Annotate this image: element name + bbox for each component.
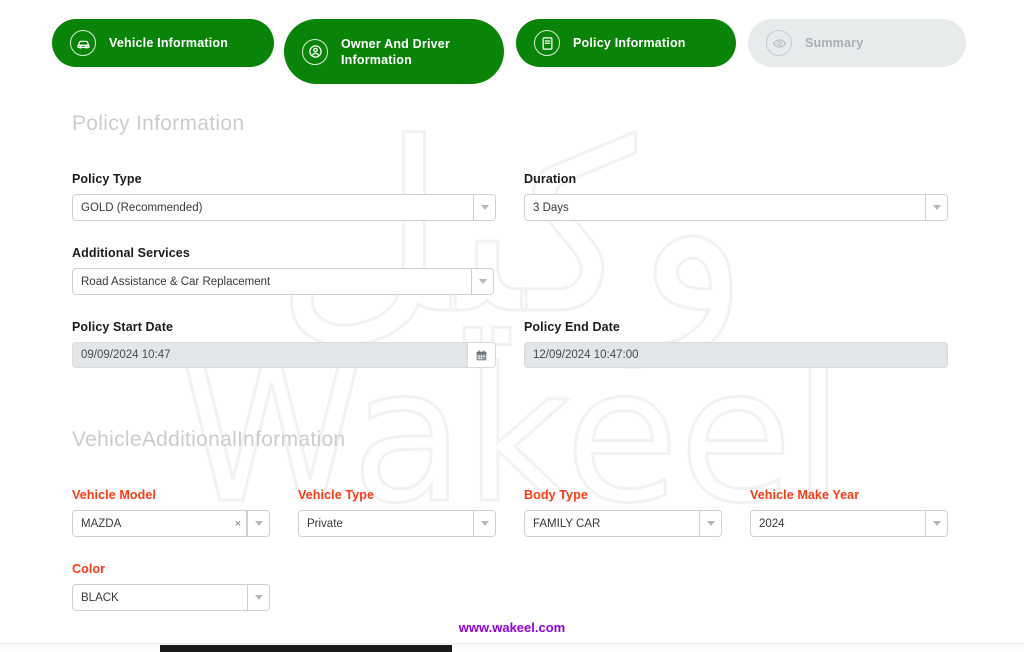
policy-start-date-input[interactable]: 09/09/2024 10:47 — [72, 342, 496, 368]
clear-icon[interactable]: × — [230, 511, 247, 536]
field-label: Duration — [524, 172, 577, 186]
eye-icon — [766, 30, 792, 56]
wakeel-website-link[interactable]: www.wakeel.com — [0, 620, 1024, 635]
field-label: Vehicle Model — [72, 488, 156, 502]
body-type-select[interactable]: FAMILY CAR — [524, 510, 722, 537]
field-label: Policy End Date — [524, 320, 620, 334]
field-label: Body Type — [524, 488, 588, 502]
field-label: Additional Services — [72, 246, 190, 260]
chevron-down-icon[interactable] — [473, 195, 495, 220]
vehicle-make-year-select[interactable]: 2024 — [750, 510, 948, 537]
policy-end-date-value: 12/09/2024 10:47:00 — [525, 343, 947, 367]
progress-stepper-tabs: Vehicle Information Owner And Driver Inf… — [0, 0, 1024, 92]
field-color: Color BLACK — [72, 562, 270, 611]
duration-select[interactable]: 3 Days — [524, 194, 948, 221]
vehicle-type-select[interactable]: Private — [298, 510, 496, 537]
field-label: Policy Start Date — [72, 320, 174, 334]
policy-type-value: GOLD (Recommended) — [81, 201, 203, 214]
document-icon — [534, 30, 560, 56]
chevron-down-icon[interactable] — [925, 195, 947, 220]
user-circle-icon — [302, 38, 328, 65]
color-select[interactable]: BLACK — [72, 584, 270, 611]
tab-label: Policy Information — [573, 36, 686, 50]
chevron-down-icon[interactable] — [471, 269, 493, 294]
additional-services-value: Road Assistance & Car Replacement — [81, 275, 271, 288]
tab-summary[interactable]: Summary — [748, 19, 966, 67]
vehicle-make-year-value: 2024 — [759, 517, 785, 530]
horizontal-scrollbar[interactable] — [0, 643, 1024, 652]
additional-services-select[interactable]: Road Assistance & Car Replacement — [72, 268, 494, 295]
field-label: Vehicle Make Year — [750, 488, 860, 502]
chevron-down-icon[interactable] — [247, 511, 269, 536]
chevron-down-icon[interactable] — [473, 511, 495, 536]
policy-information-heading: Policy Information — [72, 112, 245, 135]
vehicle-type-value: Private — [307, 517, 343, 530]
field-policy-type: Policy Type GOLD (Recommended) — [72, 172, 496, 221]
vehicle-model-value: MAZDA — [81, 517, 122, 530]
horizontal-scrollbar-thumb[interactable] — [160, 645, 452, 652]
color-value: BLACK — [81, 591, 119, 604]
field-vehicle-type: Vehicle Type Private — [298, 488, 496, 537]
vehicle-additional-information-heading: VehicleAdditionalInformation — [72, 428, 346, 451]
tab-vehicle-information[interactable]: Vehicle Information — [52, 19, 274, 67]
car-icon — [70, 30, 96, 56]
chevron-down-icon[interactable] — [247, 585, 269, 610]
calendar-icon[interactable] — [467, 343, 495, 367]
field-vehicle-model: Vehicle Model MAZDA × — [72, 488, 270, 537]
body-type-value: FAMILY CAR — [533, 517, 601, 530]
field-label: Vehicle Type — [298, 488, 375, 502]
field-duration: Duration 3 Days — [524, 172, 948, 221]
field-policy-end-date: Policy End Date 12/09/2024 10:47:00 — [524, 320, 948, 368]
chevron-down-icon[interactable] — [699, 511, 721, 536]
tab-label: Summary — [805, 36, 864, 50]
field-label: Policy Type — [72, 172, 142, 186]
policy-end-date-input: 12/09/2024 10:47:00 — [524, 342, 948, 368]
chevron-down-icon[interactable] — [925, 511, 947, 536]
tab-policy-information[interactable]: Policy Information — [516, 19, 736, 67]
field-vehicle-make-year: Vehicle Make Year 2024 — [750, 488, 948, 537]
field-body-type: Body Type FAMILY CAR — [524, 488, 722, 537]
policy-type-select[interactable]: GOLD (Recommended) — [72, 194, 496, 221]
duration-value: 3 Days — [533, 201, 569, 214]
field-label: Color — [72, 562, 106, 576]
tab-owner-and-driver-information[interactable]: Owner And Driver Information — [284, 19, 504, 84]
field-policy-start-date: Policy Start Date 09/09/2024 10:47 — [72, 320, 496, 368]
page-root: وكيل Wakeel Vehicle Information Owner An… — [0, 0, 1024, 652]
policy-start-date-value: 09/09/2024 10:47 — [73, 343, 467, 367]
tab-label: Owner And Driver Information — [341, 36, 451, 67]
tab-label: Vehicle Information — [109, 36, 229, 50]
field-additional-services: Additional Services Road Assistance & Ca… — [72, 246, 494, 295]
vehicle-model-select[interactable]: MAZDA × — [72, 510, 270, 537]
